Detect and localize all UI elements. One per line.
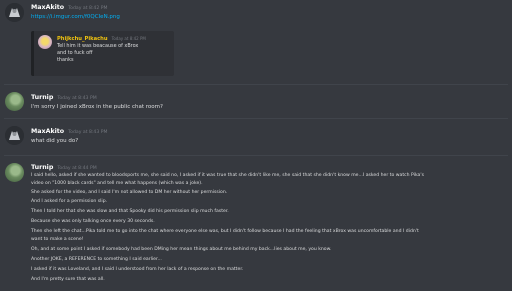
message-text-line: And I asked for a permission slip.	[31, 199, 108, 204]
timestamp: Today at 8:44 PM	[57, 166, 97, 171]
message-divider	[4, 155, 508, 156]
message-divider	[4, 118, 508, 119]
avatar[interactable]	[5, 163, 24, 182]
avatar[interactable]	[5, 92, 24, 111]
message-text-line: video on "1000 black cards" and tell me …	[31, 181, 203, 186]
quote-line: and to fuck off	[57, 50, 93, 56]
message-text-line: I said hello, asked if she wanted to blo…	[31, 173, 425, 178]
message-text: what did you do?	[31, 138, 79, 144]
message-text-line: Another JOKE, a REFERENCE to something I…	[31, 257, 162, 262]
quote-line: Tell him it was beacause of xBrox	[57, 43, 139, 49]
message-text-line: I asked if it was Loveland, and I said I…	[31, 267, 244, 272]
quoted-message: Phijkchu_Pikachu Today at 8:42 PM Tell hi…	[31, 31, 174, 76]
timestamp: Today at 8:43 PM	[57, 96, 97, 101]
author-name[interactable]: MaxAkito Today at 8:43 PM	[31, 128, 107, 135]
author-name[interactable]: Turnip Today at 8:44 PM	[31, 164, 97, 171]
timestamp: Today at 8:42 PM	[68, 6, 108, 11]
timestamp: Today at 8:43 PM	[68, 130, 108, 135]
message-text-line: Then I told her that she was slow and th…	[31, 209, 229, 214]
message-text-line: Oh, and at some point I asked if somebod…	[31, 247, 332, 252]
message-text-line: Because she was only talking once every …	[31, 219, 155, 224]
author-name[interactable]: Turnip Today at 8:43 PM	[31, 94, 97, 101]
message-text: I'm sorry I joined xBrox in the public c…	[31, 104, 163, 110]
image-link[interactable]: https://i.imgur.com/f0QCIeN.png	[31, 13, 120, 21]
avatar-art-icon	[5, 3, 24, 22]
message-divider	[4, 84, 508, 85]
avatar-art-icon	[5, 126, 24, 145]
message-text-line: She asked for the video, and I said I'm …	[31, 190, 228, 195]
timestamp: Today at 8:42 PM	[111, 36, 146, 41]
avatar[interactable]	[38, 35, 52, 49]
avatar[interactable]	[5, 3, 24, 22]
author-name[interactable]: MaxAkito Today at 8:42 PM	[31, 4, 107, 11]
message-text-line: Then she left the chat...Pika told me to…	[31, 229, 419, 234]
quote-author-name[interactable]: Phijkchu_Pikachu Today at 8:42 PM	[57, 36, 146, 42]
message-text-line: And I'm pretty sure that was all.	[31, 277, 105, 282]
avatar[interactable]	[5, 126, 24, 145]
message-text-line: want to make a scene!	[31, 237, 84, 242]
quote-line: thanks	[57, 57, 74, 63]
